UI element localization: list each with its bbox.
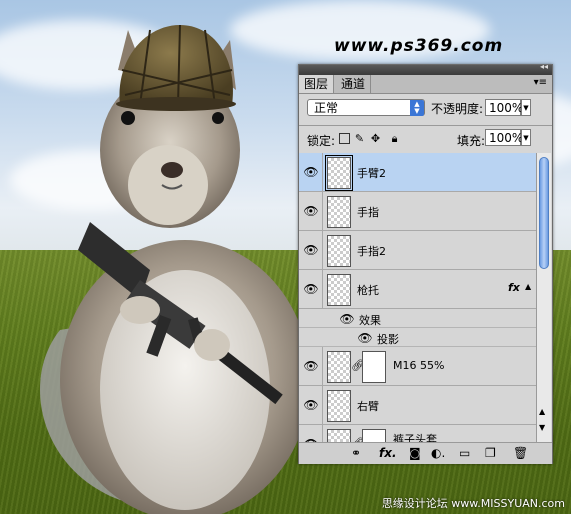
layer-row[interactable]: 👁︎ 右臂: [299, 386, 536, 425]
fill-dropdown-icon[interactable]: ▼: [521, 129, 531, 146]
link-layers-icon[interactable]: ⚭: [351, 446, 361, 460]
layer-name: 手指2: [357, 245, 386, 258]
delete-layer-trash-icon[interactable]: 🗑︎: [513, 446, 528, 460]
tab-layers[interactable]: 图层: [299, 75, 335, 93]
layer-row[interactable]: 👁︎ 🔗︎ M16 55%: [299, 347, 536, 386]
effect-name: 投影: [377, 333, 399, 346]
add-layer-style-fx-icon[interactable]: fx.: [379, 446, 397, 460]
tab-channels[interactable]: 通道: [336, 75, 372, 93]
layer-row[interactable]: 👁︎ 🔗︎ 裤子头套: [299, 425, 536, 443]
opacity-dropdown-icon[interactable]: ▼: [521, 99, 531, 116]
layer-thumbnail: [327, 274, 351, 306]
eye-visibility-icon[interactable]: 👁︎: [303, 281, 319, 297]
layer-thumbnail: [327, 196, 351, 228]
layers-scrollbar[interactable]: ▲ ▼: [536, 153, 551, 443]
layer-name: 右臂: [357, 400, 379, 413]
layer-row[interactable]: 👁︎ 手臂2: [299, 153, 536, 192]
eye-visibility-icon[interactable]: 👁︎: [303, 242, 319, 258]
divider: [299, 125, 552, 126]
layer-name: 枪托: [357, 284, 379, 297]
eye-visibility-icon[interactable]: 👁︎: [339, 311, 355, 327]
layer-row[interactable]: 👁︎ 手指: [299, 192, 536, 231]
layer-name: 手臂2: [357, 167, 386, 180]
eye-visibility-icon[interactable]: 👁︎: [303, 358, 319, 374]
expand-effects-arrow-icon[interactable]: ▲: [525, 282, 531, 291]
panel-menu-icon[interactable]: ▾≡: [534, 77, 547, 88]
lock-move-icon[interactable]: ✥: [370, 133, 381, 144]
layer-thumbnail: [327, 235, 351, 267]
credit-text: 思缘设计论坛 www.MISSYUAN.com: [381, 497, 565, 510]
scroll-up-arrow-icon[interactable]: ▲: [539, 407, 545, 416]
eye-visibility-icon[interactable]: 👁︎: [303, 164, 319, 180]
layer-name: M16 55%: [393, 359, 445, 372]
scrollbar-thumb[interactable]: [539, 157, 549, 269]
layers-list: 👁︎ 手臂2 👁︎ 手指 👁︎ 手指2 👁︎ 枪托 fx ▲ 👁︎ 效果 👁︎: [299, 153, 536, 443]
double-chevron-right-icon[interactable]: ◂◂: [540, 62, 548, 71]
effects-group-row[interactable]: 👁︎ 效果: [299, 309, 536, 328]
updown-arrows-icon: ▲ ▼: [410, 100, 424, 116]
opacity-input[interactable]: 100%: [485, 99, 523, 116]
watermark-text: www.ps369.com: [334, 36, 504, 56]
opacity-label: 不透明度:: [431, 102, 484, 116]
lock-all-icon[interactable]: 🔒︎: [389, 133, 400, 144]
effect-item-row[interactable]: 👁︎ 投影: [299, 328, 536, 347]
new-layer-icon[interactable]: ❐: [485, 446, 496, 460]
layer-thumbnail: [325, 155, 353, 191]
add-mask-icon[interactable]: ◙: [409, 446, 421, 460]
layer-mask-thumbnail[interactable]: [362, 429, 386, 443]
fill-label: 填充:: [457, 134, 486, 148]
panel-bottom-toolbar: ⚭ fx. ◙ ◐. ▭ ❐ 🗑︎: [299, 442, 552, 464]
effects-label: 效果: [359, 314, 381, 327]
adjustment-layer-icon[interactable]: ◐.: [431, 446, 445, 460]
new-group-folder-icon[interactable]: ▭: [459, 446, 470, 460]
layers-panel: ◂◂ 图层 通道 ▾≡ 正常 ▲ ▼ 不透明度: 100% ▼ 锁定: ✎ ✥ 🔒…: [298, 62, 553, 464]
layer-mask-thumbnail[interactable]: [362, 351, 386, 383]
layer-thumbnail: [327, 390, 351, 422]
lock-transparency-icon[interactable]: [339, 133, 350, 144]
layer-name: 手指: [357, 206, 379, 219]
panel-titlebar[interactable]: ◂◂: [299, 62, 552, 75]
layer-thumbnail: [327, 351, 351, 383]
layer-thumbnail: [327, 429, 351, 443]
blend-mode-value: 正常: [314, 101, 339, 115]
scroll-down-arrow-icon[interactable]: ▼: [539, 423, 545, 432]
fill-input[interactable]: 100%: [485, 129, 523, 146]
lock-label: 锁定:: [307, 134, 336, 148]
eye-visibility-icon[interactable]: 👁︎: [357, 330, 373, 346]
layer-row[interactable]: 👁︎ 枪托 fx ▲: [299, 270, 536, 309]
lock-paint-brush-icon[interactable]: ✎: [354, 133, 365, 144]
eye-visibility-icon[interactable]: 👁︎: [303, 397, 319, 413]
blend-mode-select[interactable]: 正常 ▲ ▼: [307, 99, 425, 116]
eye-visibility-icon[interactable]: 👁︎: [303, 203, 319, 219]
panel-tabs: 图层 通道 ▾≡: [299, 75, 552, 94]
layer-effects-fx-icon[interactable]: fx: [508, 281, 520, 294]
layer-row[interactable]: 👁︎ 手指2: [299, 231, 536, 270]
